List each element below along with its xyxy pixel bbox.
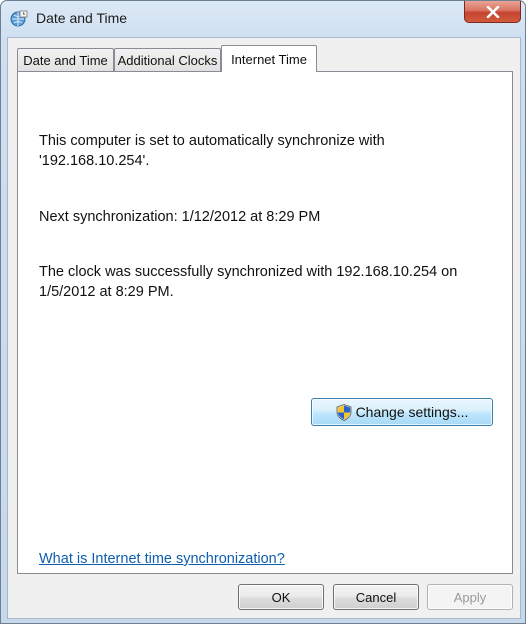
close-icon bbox=[486, 5, 499, 18]
apply-button[interactable]: Apply bbox=[427, 584, 513, 610]
ok-button[interactable]: OK bbox=[238, 584, 324, 610]
sync-status-line2: '192.168.10.254'. bbox=[39, 153, 150, 169]
change-settings-button[interactable]: Change settings... bbox=[311, 398, 493, 426]
ok-label: OK bbox=[271, 589, 291, 605]
title-bar: Date and Time bbox=[1, 1, 525, 37]
tab-label: Additional Clocks bbox=[117, 52, 218, 68]
clock-globe-icon bbox=[10, 10, 28, 27]
tab-internet-time[interactable]: Internet Time bbox=[221, 45, 317, 72]
date-time-dialog: Date and Time Date and Time Additional C… bbox=[0, 0, 526, 624]
last-sync-text: The clock was successfully synchronized … bbox=[39, 262, 499, 302]
tab-date-and-time[interactable]: Date and Time bbox=[17, 48, 114, 71]
last-sync-line2: 1/5/2012 at 8:29 PM. bbox=[39, 284, 174, 300]
sync-status-line1: This computer is set to automatically sy… bbox=[39, 133, 385, 149]
last-sync-line1: The clock was successfully synchronized … bbox=[39, 264, 458, 280]
uac-shield-icon bbox=[336, 403, 351, 421]
internet-time-panel: This computer is set to automatically sy… bbox=[17, 71, 513, 574]
next-sync-text: Next synchronization: 1/12/2012 at 8:29 … bbox=[39, 209, 321, 225]
cancel-label: Cancel bbox=[355, 589, 397, 605]
apply-label: Apply bbox=[453, 589, 487, 605]
internet-time-help-link[interactable]: What is Internet time synchronization? bbox=[39, 551, 285, 567]
sync-status-text: This computer is set to automatically sy… bbox=[39, 131, 499, 171]
change-settings-label: Change settings... bbox=[355, 404, 469, 420]
close-button[interactable] bbox=[464, 1, 521, 23]
window-title: Date and Time bbox=[36, 10, 128, 26]
cancel-button[interactable]: Cancel bbox=[333, 584, 419, 610]
tab-label: Internet Time bbox=[231, 51, 307, 67]
dialog-client-area: Date and Time Additional Clocks Internet… bbox=[7, 37, 521, 619]
tab-label: Date and Time bbox=[23, 52, 108, 68]
tab-additional-clocks[interactable]: Additional Clocks bbox=[114, 48, 221, 71]
